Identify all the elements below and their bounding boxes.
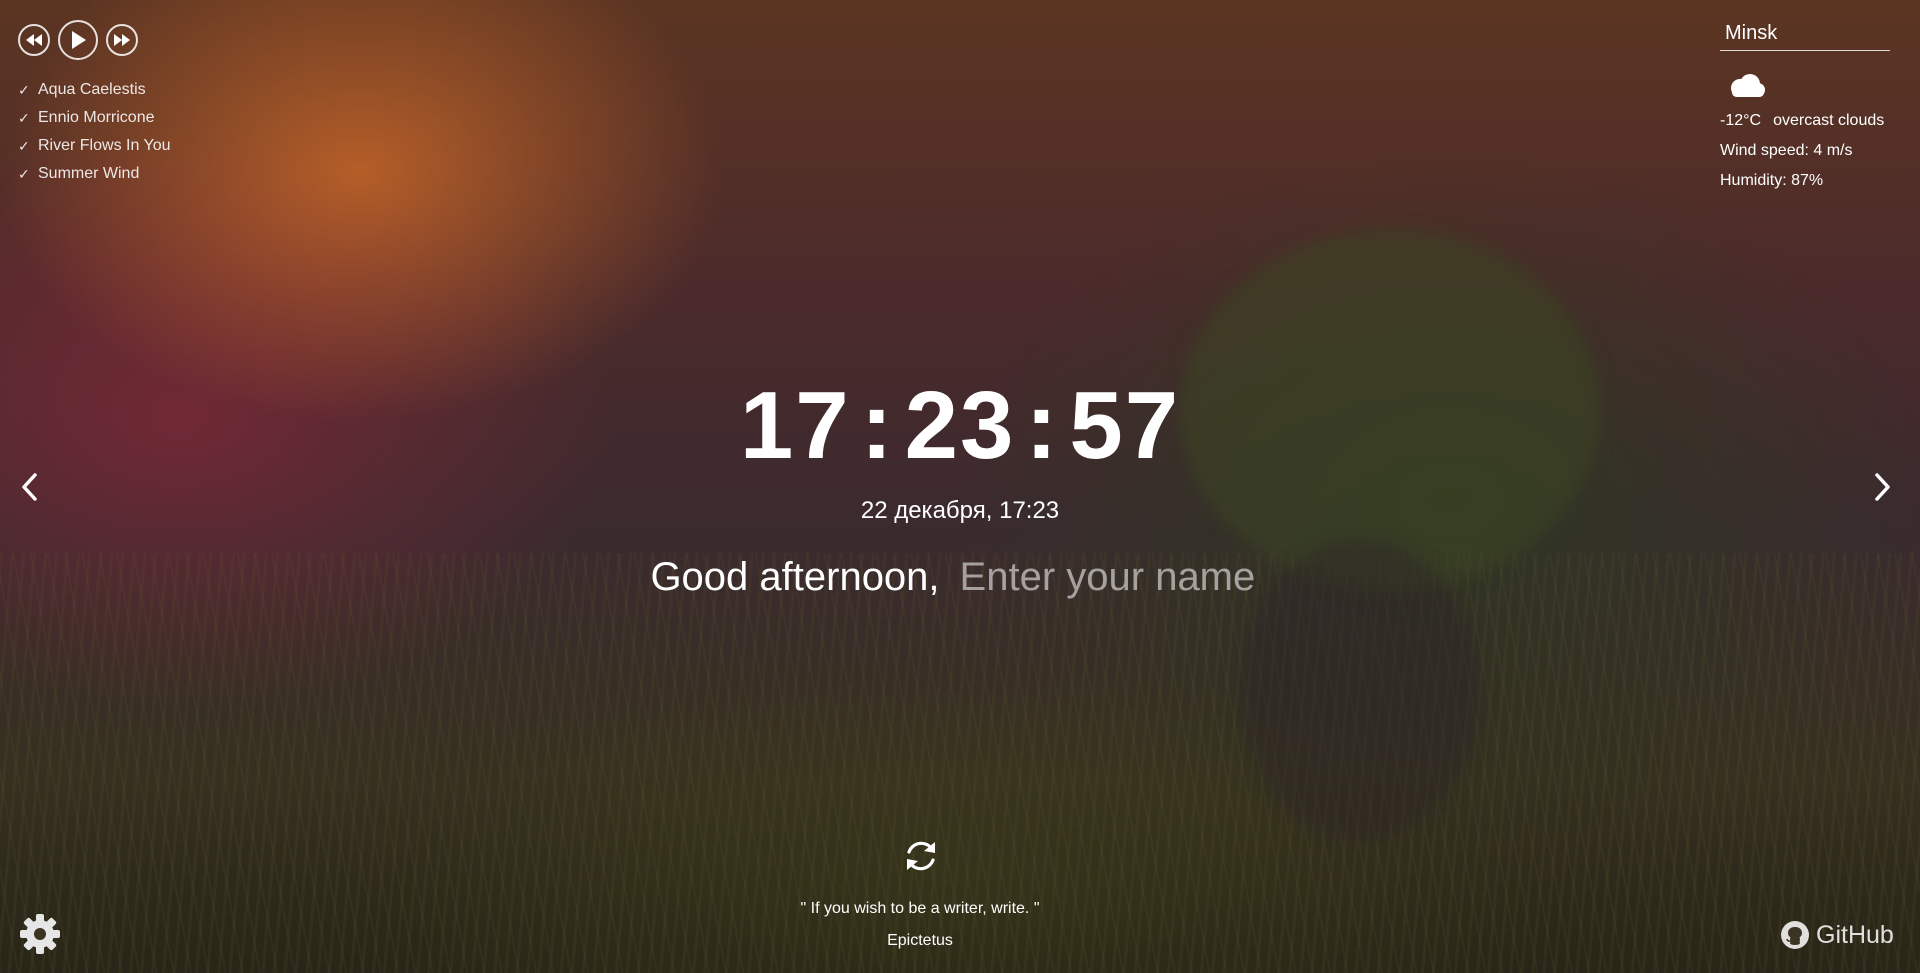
check-icon: ✓ (18, 137, 30, 154)
gear-icon[interactable] (18, 912, 62, 956)
clock-separator: : (860, 372, 895, 479)
track-title: Aqua Caelestis (38, 81, 146, 98)
track-title: Ennio Morricone (38, 109, 155, 126)
weather-summary: -12°C overcast clouds (1720, 106, 1890, 136)
clock-hours: 17 (739, 372, 851, 479)
player-controls (18, 20, 171, 60)
playlist-item[interactable]: ✓ River Flows In You (18, 132, 171, 160)
github-link[interactable]: GitHub (1780, 920, 1894, 950)
quote-text: " If you wish to be a writer, write. " (800, 900, 1040, 917)
greeting-container: Good afternoon, (0, 552, 1920, 602)
fast-forward-icon (114, 34, 130, 46)
rewind-icon (26, 34, 42, 46)
rewind-button[interactable] (18, 24, 50, 56)
play-icon (72, 31, 86, 49)
cloud-icon (1731, 74, 1765, 97)
github-label: GitHub (1816, 920, 1894, 949)
check-icon: ✓ (18, 81, 30, 98)
fast-forward-button[interactable] (106, 24, 138, 56)
city-input[interactable] (1720, 18, 1890, 51)
audio-player: ✓ Aqua Caelestis ✓ Ennio Morricone ✓ Riv… (18, 20, 171, 188)
clock-seconds: 57 (1069, 372, 1181, 479)
track-title: Summer Wind (38, 165, 140, 182)
greeting-text: Good afternoon, (650, 555, 940, 599)
weather-widget: -12°C overcast clouds Wind speed: 4 m/s H… (1720, 18, 1890, 196)
clock: 17:23:57 (0, 368, 1920, 484)
weather-description: overcast clouds (1773, 112, 1885, 129)
refresh-icon[interactable] (901, 836, 941, 876)
track-title: River Flows In You (38, 137, 171, 154)
github-icon (1781, 921, 1809, 949)
playlist-item[interactable]: ✓ Ennio Morricone (18, 104, 171, 132)
humidity: Humidity: 87% (1720, 172, 1824, 189)
clock-minutes: 23 (904, 372, 1016, 479)
playlist-item[interactable]: ✓ Aqua Caelestis (18, 76, 171, 104)
temperature: -12°C (1720, 112, 1762, 129)
wind-speed: Wind speed: 4 m/s (1720, 142, 1853, 159)
check-icon: ✓ (18, 109, 30, 126)
name-input[interactable] (959, 554, 1270, 600)
playlist: ✓ Aqua Caelestis ✓ Ennio Morricone ✓ Riv… (18, 76, 171, 188)
playlist-item[interactable]: ✓ Summer Wind (18, 160, 171, 188)
check-icon: ✓ (18, 165, 30, 182)
quote-author: Epictetus (887, 932, 953, 949)
date-display: 22 декабря, 17:23 (860, 497, 1060, 524)
play-button[interactable] (58, 20, 98, 60)
clock-separator: : (1025, 372, 1060, 479)
